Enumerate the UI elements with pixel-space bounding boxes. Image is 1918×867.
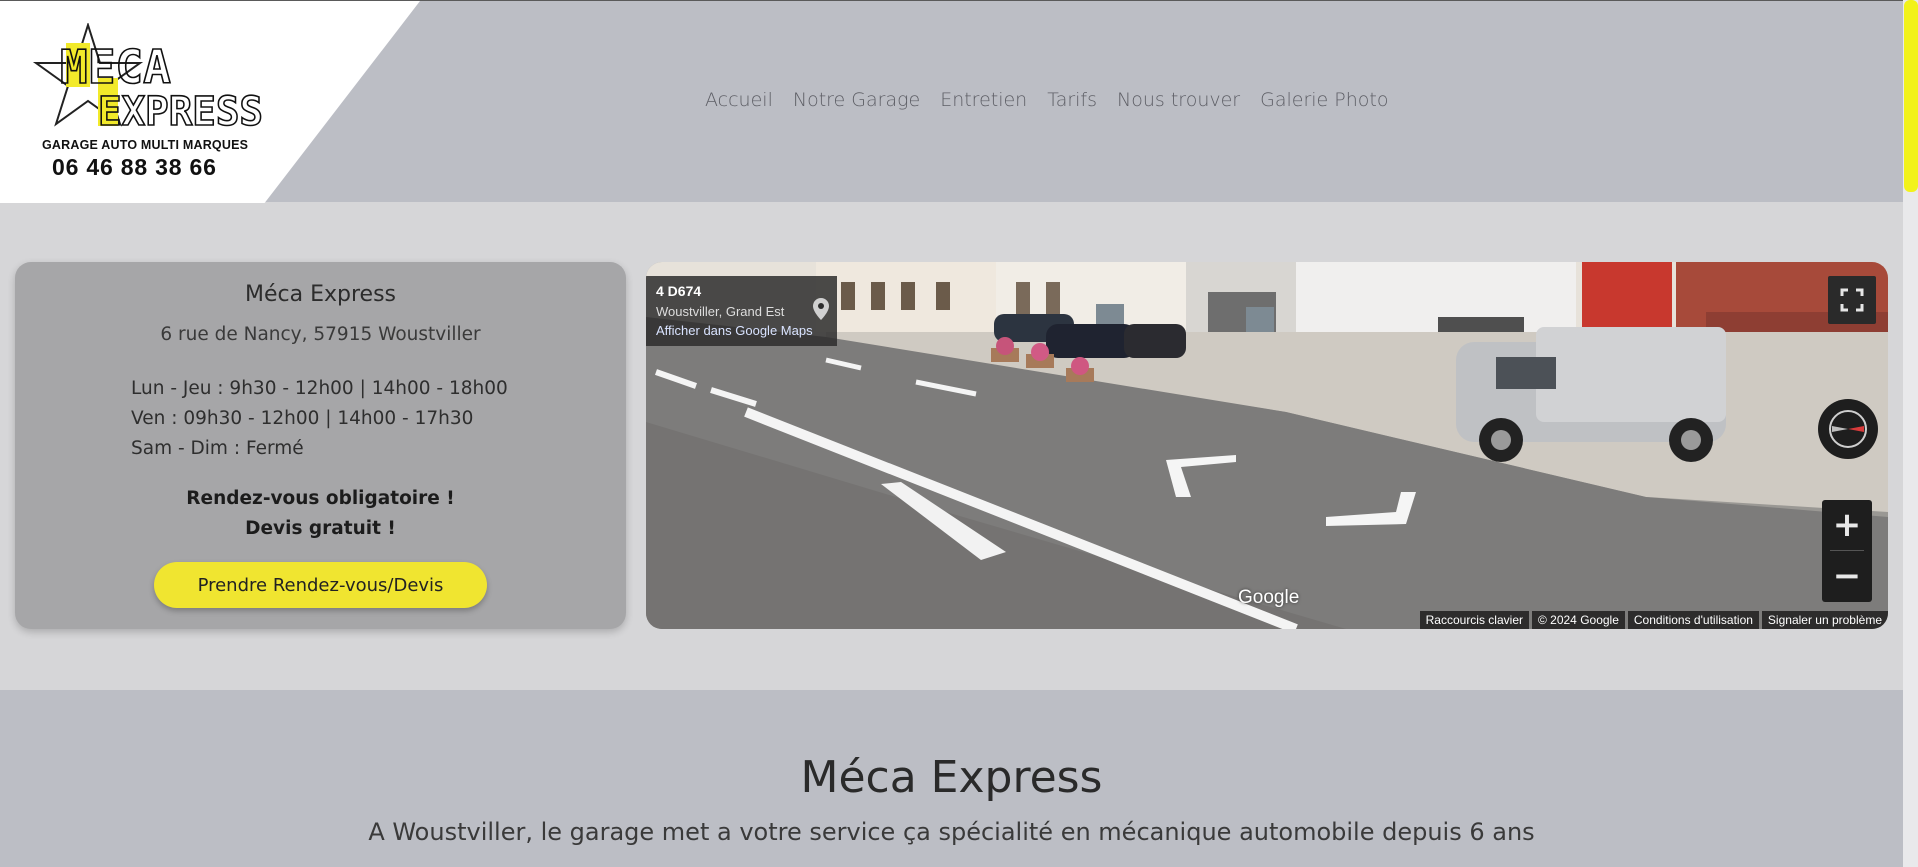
section-title: Méca Express (800, 752, 1103, 803)
road-name: 4 D674 (656, 283, 702, 299)
card-title: Méca Express (245, 282, 396, 307)
street-view-embed[interactable]: 4 D674 Woustviller, Grand Est Afficher d… (646, 262, 1888, 629)
garage-address: 6 rue de Nancy, 57915 Woustviller (160, 324, 481, 345)
nav-item-galerie-photo[interactable]: Galerie Photo (1260, 89, 1388, 111)
copyright-text: © 2024 Google (1531, 611, 1625, 629)
zoom-controls: + − (1822, 500, 1872, 602)
open-in-google-maps-link[interactable]: Afficher dans Google Maps (656, 323, 813, 338)
phone-number[interactable]: 06 46 88 38 66 (52, 154, 217, 181)
scrollbar-thumb[interactable] (1904, 0, 1918, 192)
notice-appointment: Rendez-vous obligatoire ! (186, 488, 455, 509)
compass-icon (1829, 410, 1867, 448)
logo-star-icon: MECA EXPRESS (32, 23, 264, 136)
page: MECA EXPRESS GARAGE AUTO MULTI MARQUES 0… (0, 0, 1903, 867)
book-appointment-button[interactable]: Prendre Rendez-vous/Devis (154, 562, 487, 608)
garage-info-card: Méca Express 6 rue de Nancy, 57915 Woust… (15, 262, 626, 629)
nav-item-tarifs[interactable]: Tarifs (1047, 89, 1097, 111)
hours-line-mon-thu: Lun - Jeu : 9h30 - 12h00 | 14h00 - 18h00 (131, 378, 508, 399)
opening-hours: Lun - Jeu : 9h30 - 12h00 | 14h00 - 18h00… (131, 374, 508, 464)
location-pin-icon[interactable] (813, 298, 829, 320)
site-logo[interactable]: MECA EXPRESS GARAGE AUTO MULTI MARQUES 0… (18, 23, 268, 188)
hours-line-fri: Ven : 09h30 - 12h00 | 14h00 - 17h30 (131, 408, 474, 429)
fullscreen-icon (1840, 288, 1864, 312)
keyboard-shortcuts-link[interactable]: Raccourcis clavier (1419, 611, 1529, 629)
zoom-out-button[interactable]: − (1822, 551, 1872, 601)
street-view-footer: Raccourcis clavier © 2024 Google Conditi… (1419, 611, 1888, 629)
nav-item-notre-garage[interactable]: Notre Garage (793, 89, 920, 111)
section-subtitle: A Woustviller, le garage met a votre ser… (368, 818, 1535, 846)
appointment-notice: Rendez-vous obligatoire ! Devis gratuit … (15, 484, 626, 544)
notice-free-quote: Devis gratuit ! (245, 518, 396, 539)
svg-text:EXPRESS: EXPRESS (98, 89, 263, 135)
nav-item-entretien[interactable]: Entretien (940, 89, 1027, 111)
nav-item-accueil[interactable]: Accueil (705, 89, 773, 111)
report-problem-link[interactable]: Signaler un problème (1761, 611, 1888, 629)
nav-item-nous-trouver[interactable]: Nous trouver (1117, 89, 1240, 111)
terms-link[interactable]: Conditions d'utilisation (1627, 611, 1759, 629)
street-view-info-box: 4 D674 Woustviller, Grand Est Afficher d… (646, 276, 837, 346)
google-watermark: Google (1238, 587, 1300, 608)
svg-text:MECA: MECA (60, 40, 171, 94)
fullscreen-button[interactable] (1828, 276, 1876, 324)
logo-tagline: GARAGE AUTO MULTI MARQUES (42, 138, 249, 152)
hours-line-weekend: Sam - Dim : Fermé (131, 438, 304, 459)
intro-section: Méca Express A Woustviller, le garage me… (0, 690, 1903, 867)
region-name: Woustviller, Grand Est (656, 304, 785, 319)
zoom-in-button[interactable]: + (1822, 500, 1872, 550)
compass-control[interactable] (1818, 399, 1878, 459)
site-header: MECA EXPRESS GARAGE AUTO MULTI MARQUES 0… (0, 0, 1903, 203)
main-nav: Accueil Notre Garage Entretien Tarifs No… (705, 89, 1388, 111)
